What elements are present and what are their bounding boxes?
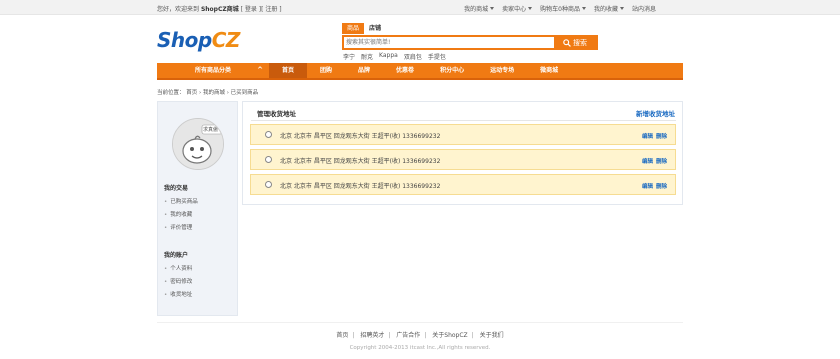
search-tab-shops[interactable]: 店铺: [364, 23, 386, 34]
all-categories-label: 所有商品分类: [194, 67, 231, 74]
top-link-cart[interactable]: 购物车0种商品: [540, 4, 586, 13]
logo[interactable]: ShopCZ: [157, 28, 240, 52]
nav-item-home[interactable]: 首页: [269, 63, 308, 78]
delete-link[interactable]: 删除: [656, 132, 667, 140]
top-link-label: 站内消息: [631, 6, 656, 13]
footer-link-about-us[interactable]: 关于我们: [480, 332, 504, 339]
all-categories-button[interactable]: 所有商品分类 ^: [157, 63, 269, 78]
caret-down-icon: [528, 7, 533, 10]
top-link-favorites[interactable]: 我的收藏: [594, 4, 624, 13]
hot-keywords: 李宁 耐克 Kappa 双肩包 手提包: [343, 52, 446, 61]
login-link[interactable]: 登录: [245, 6, 257, 13]
panel-title: 管理收货地址: [257, 110, 296, 118]
top-bar: 您好，欢迎来到 ShopCZ商城 [ 登录 ][ 注册 ] 我的商城 卖家中心 …: [0, 0, 840, 15]
search-icon: [563, 38, 571, 47]
nav-item-brand[interactable]: 品牌: [345, 63, 383, 78]
nav-item-sports[interactable]: 运动专场: [477, 63, 527, 78]
edit-link[interactable]: 编辑: [642, 157, 653, 165]
hot-keyword[interactable]: 双肩包: [404, 52, 422, 61]
caret-down-icon: [619, 7, 624, 10]
search-input[interactable]: [344, 37, 558, 48]
sidebar-group-title: 我的交易: [164, 185, 189, 192]
footer-link-jobs[interactable]: 招聘英才: [360, 332, 384, 339]
top-links: 我的商城 卖家中心 购物车0种商品 我的收藏 站内消息: [464, 4, 656, 13]
footer-divider: [157, 322, 683, 323]
separator: |: [352, 332, 355, 339]
separator: |: [388, 332, 391, 339]
top-link-label: 我的收藏: [593, 6, 618, 13]
search-button[interactable]: 搜索: [554, 35, 596, 50]
top-link-label: 购物车0种商品: [540, 6, 580, 13]
nav-items: 首页 团购 品牌 优惠卷 积分中心 运动专场 微商城: [269, 63, 571, 78]
edit-link[interactable]: 编辑: [642, 132, 653, 140]
sidebar-item-favorites[interactable]: 我的收藏: [164, 210, 192, 218]
nav-item-coupons[interactable]: 优惠卷: [383, 63, 427, 78]
sidebar-item-addresses[interactable]: 收货地址: [164, 290, 192, 298]
nav-item-points[interactable]: 积分中心: [427, 63, 477, 78]
avatar-caption: 求真傲: [203, 127, 219, 133]
caret-down-icon: [581, 7, 586, 10]
hot-keyword[interactable]: 李宁: [343, 52, 355, 61]
top-link-seller-center[interactable]: 卖家中心: [502, 4, 533, 13]
footer-links: 首页 | 招聘英才 | 广告合作 | 关于ShopCZ | 关于我们: [0, 330, 840, 339]
main-nav: 所有商品分类 ^ 首页 团购 品牌 优惠卷 积分中心 运动专场 微商城: [157, 63, 683, 80]
separator: |: [471, 332, 474, 339]
address-row: 北京 北京市 昌平区 回龙观东大街 王超平(收) 1336699232 编辑 删…: [250, 124, 676, 145]
top-link-label: 我的商城: [464, 6, 489, 13]
welcome-text: 您好，欢迎来到 ShopCZ商城 [ 登录 ][ 注册 ]: [157, 6, 282, 13]
nav-item-micro-mall[interactable]: 微商城: [527, 63, 571, 78]
search-box: 搜索: [342, 35, 598, 50]
address-text: 北京 北京市 昌平区 回龙观东大街 王超平(收) 1336699232: [280, 133, 441, 140]
sidebar-item-purchased[interactable]: 已购买商品: [164, 197, 198, 205]
avatar[interactable]: 求真傲: [172, 118, 224, 170]
address-actions: 编辑 删除: [642, 132, 667, 140]
address-radio[interactable]: [265, 181, 272, 188]
search-button-label: 搜索: [573, 38, 587, 47]
delete-link[interactable]: 删除: [656, 182, 667, 190]
sidebar: 求真傲 我的交易 已购买商品 我的收藏 评价管理 我的账户 个人资料 密码修改 …: [157, 101, 238, 316]
top-link-my-mall[interactable]: 我的商城: [464, 4, 495, 13]
top-link-label: 卖家中心: [502, 6, 527, 13]
logo-part-cz: CZ: [211, 28, 241, 52]
copyright: Copyright 2004-2013 itcast Inc.,All righ…: [349, 345, 491, 351]
search-tabs: 商品 店铺: [342, 23, 386, 34]
address-actions: 编辑 删除: [642, 182, 667, 190]
nav-item-groupbuy[interactable]: 团购: [307, 63, 345, 78]
add-address-link[interactable]: 新增收货地址: [636, 108, 675, 118]
edit-link[interactable]: 编辑: [642, 182, 653, 190]
sidebar-group-title: 我的账户: [164, 252, 189, 259]
delete-link[interactable]: 删除: [656, 157, 667, 165]
divider: [251, 120, 676, 121]
hot-keyword[interactable]: Kappa: [379, 52, 398, 61]
footer-link-about-shopcz[interactable]: 关于ShopCZ: [432, 332, 467, 339]
hot-keyword[interactable]: 手提包: [428, 52, 446, 61]
address-text: 北京 北京市 昌平区 回龙观东大街 王超平(收) 1336699232: [280, 158, 441, 165]
address-radio[interactable]: [265, 131, 272, 138]
separator: |: [424, 332, 427, 339]
address-radio[interactable]: [265, 156, 272, 163]
footer-link-home[interactable]: 首页: [336, 332, 348, 339]
register-link[interactable]: 注册: [265, 6, 277, 13]
address-text: 北京 北京市 昌平区 回龙观东大街 王超平(收) 1336699232: [280, 183, 441, 190]
caret-down-icon: [490, 7, 495, 10]
address-row: 北京 北京市 昌平区 回龙观东大街 王超平(收) 1336699232 编辑 删…: [250, 174, 676, 195]
address-actions: 编辑 删除: [642, 157, 667, 165]
sidebar-item-profile[interactable]: 个人资料: [164, 264, 192, 272]
welcome-prefix: 您好，欢迎来到: [157, 6, 200, 13]
breadcrumb: 当前位置： 首页 › 我的商城 › 已买到商品: [157, 90, 259, 96]
top-link-messages[interactable]: 站内消息: [632, 4, 656, 13]
sidebar-item-password[interactable]: 密码修改: [164, 277, 192, 285]
chevron-up-icon: ^: [257, 66, 263, 74]
logo-part-shop: Shop: [157, 28, 212, 52]
address-row: 北京 北京市 昌平区 回龙观东大街 王超平(收) 1336699232 编辑 删…: [250, 149, 676, 170]
hot-keyword[interactable]: 耐克: [361, 52, 373, 61]
sidebar-item-reviews[interactable]: 评价管理: [164, 223, 192, 231]
footer-link-ads[interactable]: 广告合作: [396, 332, 420, 339]
search-tab-goods[interactable]: 商品: [342, 23, 365, 34]
site-name: ShopCZ商城: [200, 6, 239, 13]
